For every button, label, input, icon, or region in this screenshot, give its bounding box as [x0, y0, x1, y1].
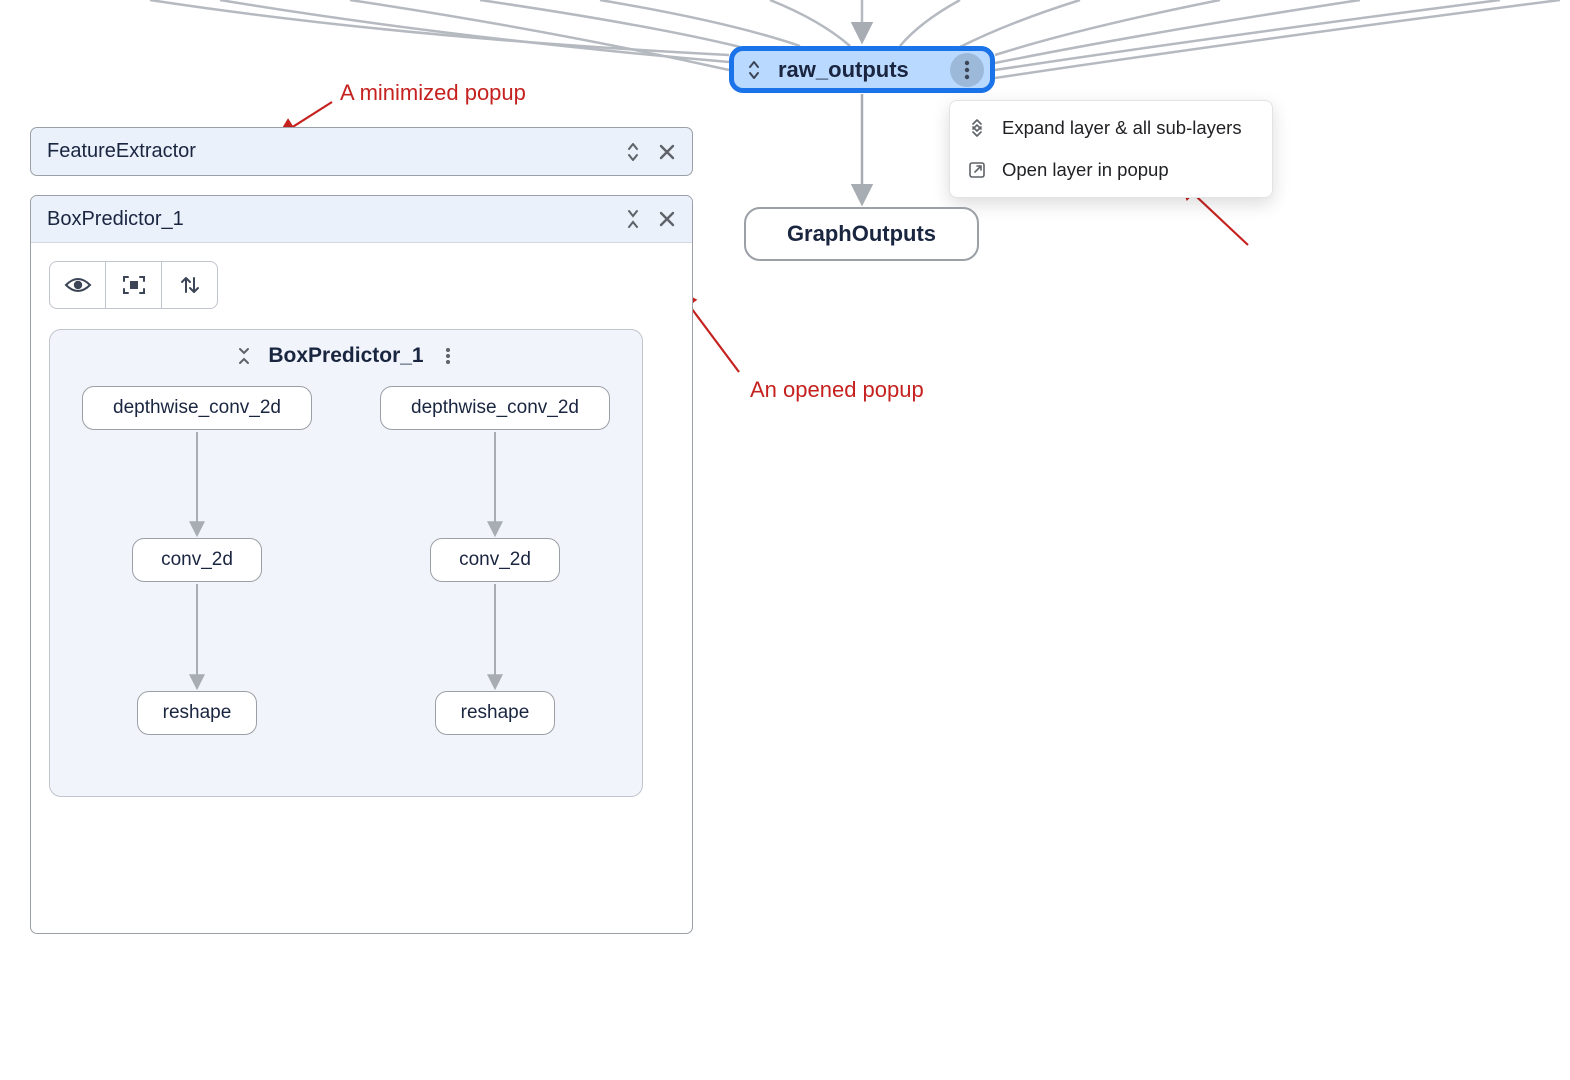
popup-opened: BoxPredictor_1: [30, 195, 693, 934]
inner-layer-header: BoxPredictor_1: [68, 344, 624, 368]
op-label: reshape: [461, 702, 530, 724]
op-column: depthwise_conv_2d conv_2d reshape: [72, 386, 322, 776]
expand-icon[interactable]: [620, 139, 646, 165]
popup-header[interactable]: BoxPredictor_1: [31, 196, 692, 243]
op-node[interactable]: conv_2d: [132, 538, 262, 582]
expand-all-icon: [966, 117, 988, 139]
visibility-button[interactable]: [50, 262, 105, 308]
more-icon[interactable]: [438, 347, 458, 365]
close-icon[interactable]: [654, 206, 680, 232]
op-node[interactable]: conv_2d: [430, 538, 560, 582]
node-menu-button[interactable]: [950, 53, 984, 87]
menu-item-label: Expand layer & all sub-layers: [1002, 117, 1242, 139]
open-popup-icon: [966, 159, 988, 181]
op-label: depthwise_conv_2d: [113, 397, 281, 419]
node-label: raw_outputs: [778, 57, 950, 83]
popup-toolbar: [49, 261, 218, 309]
op-column: depthwise_conv_2d conv_2d reshape: [370, 386, 620, 776]
popup-minimized[interactable]: FeatureExtractor: [30, 127, 693, 176]
close-icon[interactable]: [654, 139, 680, 165]
op-node[interactable]: depthwise_conv_2d: [380, 386, 610, 430]
menu-item-expand-all[interactable]: Expand layer & all sub-layers: [950, 107, 1272, 149]
op-label: reshape: [163, 702, 232, 724]
annotation-minimized-popup: A minimized popup: [340, 80, 526, 106]
popup-body: BoxPredictor_1 depthwise_conv_2d conv_2d…: [31, 243, 692, 933]
node-graph-outputs[interactable]: GraphOutputs: [744, 207, 979, 261]
op-label: conv_2d: [161, 549, 233, 571]
op-node[interactable]: depthwise_conv_2d: [82, 386, 312, 430]
node-context-menu: Expand layer & all sub-layers Open layer…: [949, 100, 1273, 198]
collapse-icon[interactable]: [620, 206, 646, 232]
popup-title: BoxPredictor_1: [47, 208, 612, 231]
op-node[interactable]: reshape: [435, 691, 555, 735]
inner-layer-panel[interactable]: BoxPredictor_1 depthwise_conv_2d conv_2d…: [49, 329, 643, 797]
node-label: GraphOutputs: [787, 221, 936, 247]
menu-item-label: Open layer in popup: [1002, 159, 1169, 181]
fit-to-screen-button[interactable]: [105, 262, 161, 308]
op-label: conv_2d: [459, 549, 531, 571]
op-label: depthwise_conv_2d: [411, 397, 579, 419]
collapse-icon[interactable]: [234, 347, 254, 365]
menu-item-open-popup[interactable]: Open layer in popup: [950, 149, 1272, 191]
expand-collapse-icon[interactable]: [744, 57, 764, 83]
sort-button[interactable]: [161, 262, 217, 308]
inner-layer-title: BoxPredictor_1: [268, 344, 423, 368]
popup-title: FeatureExtractor: [47, 140, 612, 163]
annotation-opened-popup: An opened popup: [750, 377, 924, 403]
node-raw-outputs[interactable]: raw_outputs: [729, 46, 995, 93]
op-node[interactable]: reshape: [137, 691, 257, 735]
